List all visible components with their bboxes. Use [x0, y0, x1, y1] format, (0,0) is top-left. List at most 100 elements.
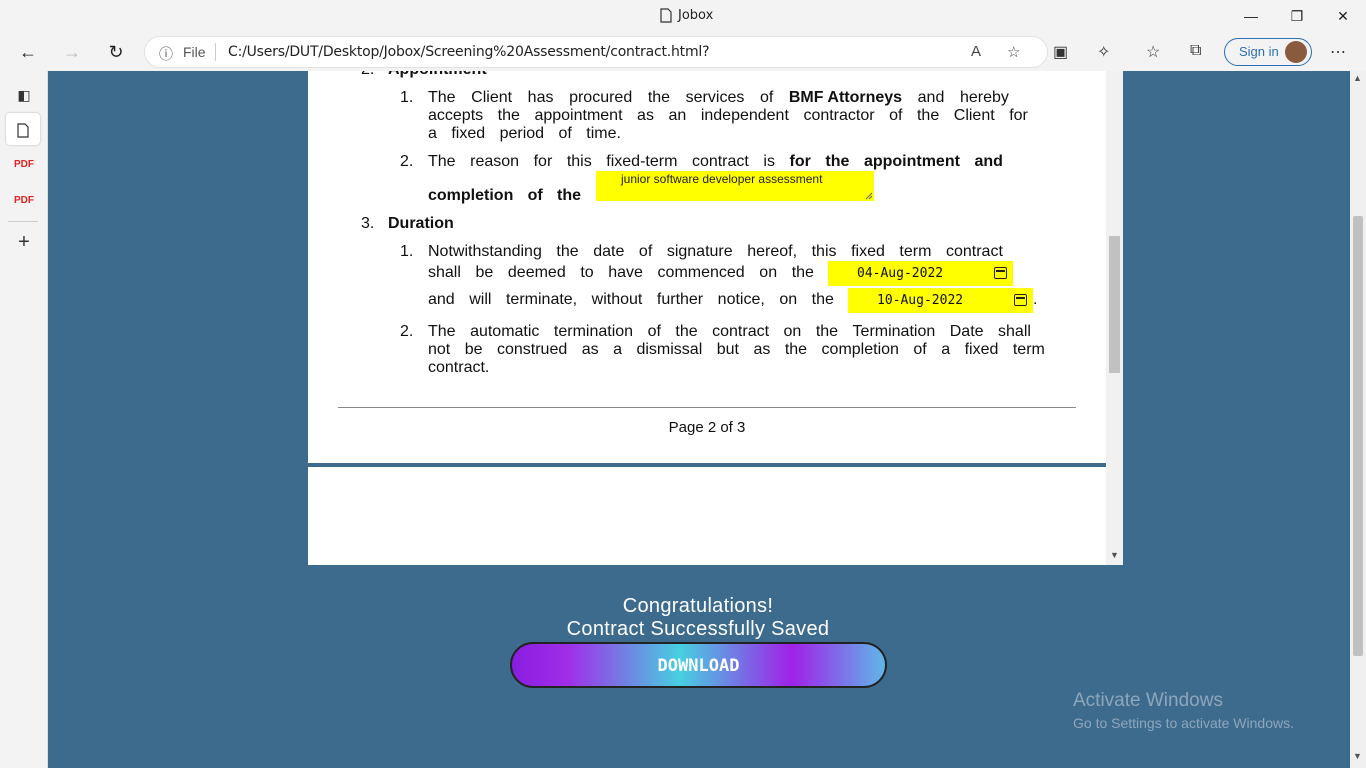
- extensions-icon[interactable]: ✧: [1097, 42, 1110, 62]
- avatar: [1285, 41, 1307, 63]
- close-button[interactable]: ✕: [1331, 6, 1355, 26]
- paragraph-line: and will terminate, without further noti…: [428, 291, 834, 309]
- scroll-up-icon[interactable]: ▲: [1353, 73, 1362, 83]
- word: be: [464, 341, 483, 358]
- read-aloud-icon[interactable]: A: [971, 43, 981, 60]
- scroll-down-icon[interactable]: ▼: [1110, 550, 1119, 560]
- more-menu-icon[interactable]: ⋯: [1330, 42, 1346, 62]
- word: as: [637, 107, 654, 124]
- scroll-down-icon[interactable]: ▼: [1353, 751, 1362, 761]
- word: the: [825, 153, 850, 170]
- file-label: File: [183, 44, 206, 60]
- page-footer: Page 2 of 3: [668, 419, 746, 436]
- favorites-icon[interactable]: ☆: [1146, 42, 1160, 62]
- resize-handle-icon[interactable]: [865, 192, 873, 200]
- word: of: [913, 341, 927, 358]
- vertical-tab-sidebar: ◧ PDF PDF +: [0, 71, 48, 768]
- word: to: [580, 264, 594, 281]
- page-scroll-thumb[interactable]: [1353, 216, 1363, 656]
- word: term: [899, 243, 932, 260]
- paragraph-line: shall be deemed to have commenced on the: [428, 264, 814, 282]
- tab-panel-icon[interactable]: ◧: [12, 83, 36, 107]
- calendar-icon[interactable]: [1014, 294, 1027, 306]
- frame-scrollbar[interactable]: ▼: [1106, 71, 1123, 565]
- tab-title[interactable]: Jobox: [660, 8, 713, 23]
- word: Client: [471, 89, 513, 106]
- word: shall: [428, 264, 461, 281]
- word: the: [556, 243, 579, 260]
- forward-button[interactable]: →: [60, 41, 84, 63]
- word: completion: [428, 187, 514, 204]
- address-bar[interactable]: ⓘ File C:/Users/DUT/Desktop/Jobox/Screen…: [144, 36, 1048, 68]
- paragraph-line: completion of the: [428, 187, 581, 205]
- word: Notwithstanding: [428, 243, 542, 260]
- paragraph-line: The Client has procured the services of …: [428, 89, 1009, 107]
- word: the: [675, 323, 698, 340]
- paragraph-line: a fixed period of time.: [428, 125, 621, 143]
- word: for: [1009, 107, 1028, 124]
- word: as: [753, 341, 771, 358]
- word: not: [428, 341, 451, 358]
- address-divider: [215, 43, 216, 61]
- congratulations-text: Congratulations!: [622, 595, 774, 617]
- word: the: [815, 323, 839, 340]
- info-icon[interactable]: ⓘ: [159, 44, 173, 64]
- word: Client: [953, 107, 995, 124]
- activate-windows-subtitle: Go to Settings to activate Windows.: [1073, 715, 1294, 731]
- word: without: [591, 291, 643, 308]
- word: have: [608, 264, 643, 281]
- purpose-textarea[interactable]: junior software developer assessment: [596, 171, 874, 201]
- tab-title-text: Jobox: [678, 8, 714, 23]
- word: a: [941, 341, 951, 358]
- word: procured: [569, 89, 633, 106]
- word: for: [789, 153, 811, 170]
- paragraph-line: contract.: [428, 359, 490, 376]
- page-scrollbar[interactable]: ▲ ▼: [1350, 71, 1366, 768]
- word: and: [428, 291, 455, 308]
- word: of: [647, 323, 661, 340]
- word: The: [428, 323, 456, 340]
- word: fixed: [851, 243, 885, 260]
- download-button[interactable]: DOWNLOAD: [510, 642, 887, 688]
- page-break-bar: [308, 463, 1106, 467]
- refresh-button[interactable]: ↻: [104, 41, 128, 63]
- tab-actions-icon[interactable]: ⧉: [1190, 42, 1201, 60]
- word: Date: [949, 323, 984, 340]
- start-date-input[interactable]: 04-Aug-2022: [828, 261, 1013, 286]
- word: be: [475, 264, 494, 281]
- paragraph-line: not be construed as a dismissal but as t…: [428, 341, 1045, 359]
- minimize-button[interactable]: —: [1239, 6, 1263, 26]
- item-number: 2.: [400, 323, 414, 340]
- paragraph-line: accepts the appointment as an independen…: [428, 107, 1028, 125]
- pdf-tab-icon[interactable]: PDF: [12, 189, 36, 213]
- url-text[interactable]: C:/Users/DUT/Desktop/Jobox/Screening%20A…: [228, 44, 710, 60]
- back-button[interactable]: ←: [16, 41, 40, 63]
- collections-icon[interactable]: ▣: [1053, 42, 1068, 62]
- word: of: [889, 107, 903, 124]
- word: the: [811, 291, 834, 308]
- word: accepts: [428, 107, 484, 124]
- word: this: [566, 153, 592, 170]
- word: contract: [712, 323, 770, 340]
- word: appointment: [863, 153, 960, 170]
- word: further: [656, 291, 704, 308]
- maximize-button[interactable]: ❐: [1285, 6, 1309, 26]
- word: this: [811, 243, 837, 260]
- tab-item-current[interactable]: [6, 113, 40, 145]
- company-name: BMF Attorneys: [788, 89, 903, 106]
- add-favorite-icon[interactable]: ☆: [1007, 43, 1020, 61]
- word: dismissal: [636, 341, 703, 358]
- word: hereby: [959, 89, 1009, 106]
- word: appointment: [534, 107, 623, 124]
- end-date-input[interactable]: 10-Aug-2022: [848, 288, 1033, 313]
- word: period: [499, 125, 545, 142]
- word: of: [558, 125, 572, 142]
- period: .: [1033, 291, 1038, 308]
- calendar-icon[interactable]: [994, 267, 1007, 279]
- pdf-tab-icon[interactable]: PDF: [12, 153, 36, 177]
- sign-in-button[interactable]: Sign in: [1224, 38, 1312, 66]
- frame-scroll-thumb[interactable]: [1109, 236, 1120, 373]
- word: a: [428, 125, 437, 142]
- new-tab-button[interactable]: +: [12, 230, 36, 254]
- word: on: [783, 323, 802, 340]
